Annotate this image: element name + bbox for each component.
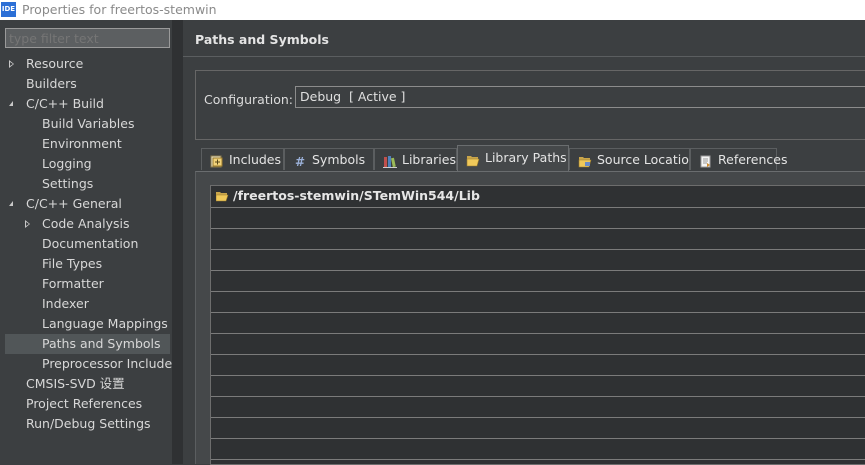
empty-row bbox=[211, 270, 865, 292]
folder-open-icon bbox=[215, 190, 229, 202]
nav-item-formatter[interactable]: Formatter bbox=[0, 274, 172, 294]
nav-item-label: Settings bbox=[42, 176, 94, 191]
library-path-row[interactable]: /freertos-stemwin/STemWin544/Lib bbox=[211, 186, 865, 208]
empty-row bbox=[211, 438, 865, 460]
source-folder-icon bbox=[578, 153, 592, 168]
empty-row bbox=[211, 249, 865, 271]
nav-item-label: Builders bbox=[26, 76, 77, 91]
tab-source-location[interactable]: Source Location bbox=[569, 148, 697, 170]
nav-item-builders[interactable]: Builders bbox=[0, 74, 172, 94]
library-path-text: /freertos-stemwin/STemWin544/Lib bbox=[233, 188, 480, 203]
libraries-icon bbox=[383, 153, 397, 168]
svg-text:#: # bbox=[295, 155, 305, 168]
nav-item-language-mappings[interactable]: Language Mappings bbox=[0, 314, 172, 334]
nav-item-c-c-general[interactable]: C/C++ General bbox=[0, 194, 172, 214]
nav-item-settings[interactable]: Settings bbox=[0, 174, 172, 194]
empty-row bbox=[211, 417, 865, 439]
properties-page: Paths and Symbols Configuration: Debug [… bbox=[183, 20, 865, 465]
empty-row bbox=[211, 354, 865, 376]
nav-item-project-references[interactable]: Project References bbox=[0, 394, 172, 414]
nav-item-label: Preprocessor Include bbox=[42, 356, 173, 371]
tab-bar: Includes # Symbols Libraries Library Paths So… bbox=[195, 145, 865, 171]
tab-library-paths[interactable]: Library Paths bbox=[457, 145, 569, 171]
includes-icon bbox=[210, 153, 224, 168]
nav-item-label: Run/Debug Settings bbox=[26, 416, 151, 431]
nav-item-label: Project References bbox=[26, 396, 143, 411]
tab-label: Includes bbox=[229, 152, 282, 167]
page-title: Paths and Symbols bbox=[195, 32, 329, 47]
nav-item-label: Indexer bbox=[42, 296, 89, 311]
nav-item-paths-and-symbols[interactable]: Paths and Symbols bbox=[5, 334, 170, 354]
nav-item-preprocessor-include[interactable]: Preprocessor Include bbox=[0, 354, 172, 374]
collapsed-arrow-icon[interactable] bbox=[25, 220, 30, 228]
tab-label: Libraries bbox=[402, 152, 456, 167]
configuration-group: Configuration: Debug [ Active ] bbox=[195, 70, 865, 140]
folder-open-icon bbox=[466, 151, 480, 167]
nav-item-run-debug-settings[interactable]: Run/Debug Settings bbox=[0, 414, 172, 434]
filter-input[interactable] bbox=[5, 28, 170, 48]
tab-label: Symbols bbox=[312, 152, 366, 167]
tab-label: References bbox=[718, 152, 788, 167]
configuration-label: Configuration: bbox=[204, 92, 293, 107]
empty-row bbox=[211, 333, 865, 355]
empty-row bbox=[211, 291, 865, 313]
empty-row bbox=[211, 312, 865, 334]
empty-row bbox=[211, 207, 865, 229]
nav-item-label: Environment bbox=[42, 136, 122, 151]
library-paths-list[interactable]: /freertos-stemwin/STemWin544/Lib bbox=[210, 185, 865, 465]
nav-item-indexer[interactable]: Indexer bbox=[0, 294, 172, 314]
nav-item-label: C/C++ General bbox=[26, 196, 122, 211]
preferences-nav: Resource Builders C/C++ Build Build Variabl… bbox=[0, 20, 172, 464]
nav-item-label: Code Analysis bbox=[42, 216, 130, 231]
nav-item-documentation[interactable]: Documentation bbox=[0, 234, 172, 254]
empty-row bbox=[211, 375, 865, 397]
nav-item-label: Logging bbox=[42, 156, 92, 171]
nav-item-label: Paths and Symbols bbox=[42, 336, 161, 351]
empty-row bbox=[211, 228, 865, 250]
nav-item-label: Resource bbox=[26, 56, 84, 71]
tab-label: Source Location bbox=[597, 152, 697, 167]
expanded-arrow-icon[interactable] bbox=[9, 101, 13, 106]
pane-splitter[interactable] bbox=[172, 20, 183, 464]
hash-icon: # bbox=[293, 153, 307, 169]
nav-item-label: Language Mappings bbox=[42, 316, 168, 331]
ide-app-icon: IDE bbox=[1, 2, 16, 17]
nav-item-cmsis-svd[interactable]: CMSIS-SVD 设置 bbox=[0, 374, 172, 394]
tab-content: /freertos-stemwin/STemWin544/Lib bbox=[195, 171, 865, 465]
nav-item-code-analysis[interactable]: Code Analysis bbox=[0, 214, 172, 234]
tab-symbols[interactable]: # Symbols bbox=[284, 148, 374, 170]
window-title-bar: IDE Properties for freertos-stemwin bbox=[0, 0, 865, 20]
title-separator bbox=[183, 56, 865, 57]
nav-item-label: File Types bbox=[42, 256, 103, 271]
references-icon bbox=[699, 153, 713, 168]
nav-item-label: C/C++ Build bbox=[26, 96, 104, 111]
nav-item-label: CMSIS-SVD 设置 bbox=[26, 376, 125, 391]
tab-references[interactable]: References bbox=[690, 148, 787, 170]
configuration-value: Debug [ Active ] bbox=[300, 89, 406, 104]
nav-item-build-variables[interactable]: Build Variables bbox=[0, 114, 172, 134]
nav-item-label: Documentation bbox=[42, 236, 139, 251]
nav-item-resource[interactable]: Resource bbox=[0, 54, 172, 74]
tab-libraries[interactable]: Libraries bbox=[374, 148, 457, 170]
window-title: Properties for freertos-stemwin bbox=[22, 2, 217, 17]
nav-item-label: Formatter bbox=[42, 276, 104, 291]
expanded-arrow-icon[interactable] bbox=[9, 201, 13, 206]
nav-item-label: Build Variables bbox=[42, 116, 135, 131]
nav-item-environment[interactable]: Environment bbox=[0, 134, 172, 154]
empty-row bbox=[211, 396, 865, 418]
configuration-select[interactable]: Debug [ Active ] bbox=[295, 86, 865, 108]
tab-label: Library Paths bbox=[485, 150, 567, 165]
nav-item-file-types[interactable]: File Types bbox=[0, 254, 172, 274]
nav-item-c-c-build[interactable]: C/C++ Build bbox=[0, 94, 172, 114]
collapsed-arrow-icon[interactable] bbox=[9, 60, 14, 68]
tab-includes[interactable]: Includes bbox=[201, 148, 284, 170]
nav-item-logging[interactable]: Logging bbox=[0, 154, 172, 174]
